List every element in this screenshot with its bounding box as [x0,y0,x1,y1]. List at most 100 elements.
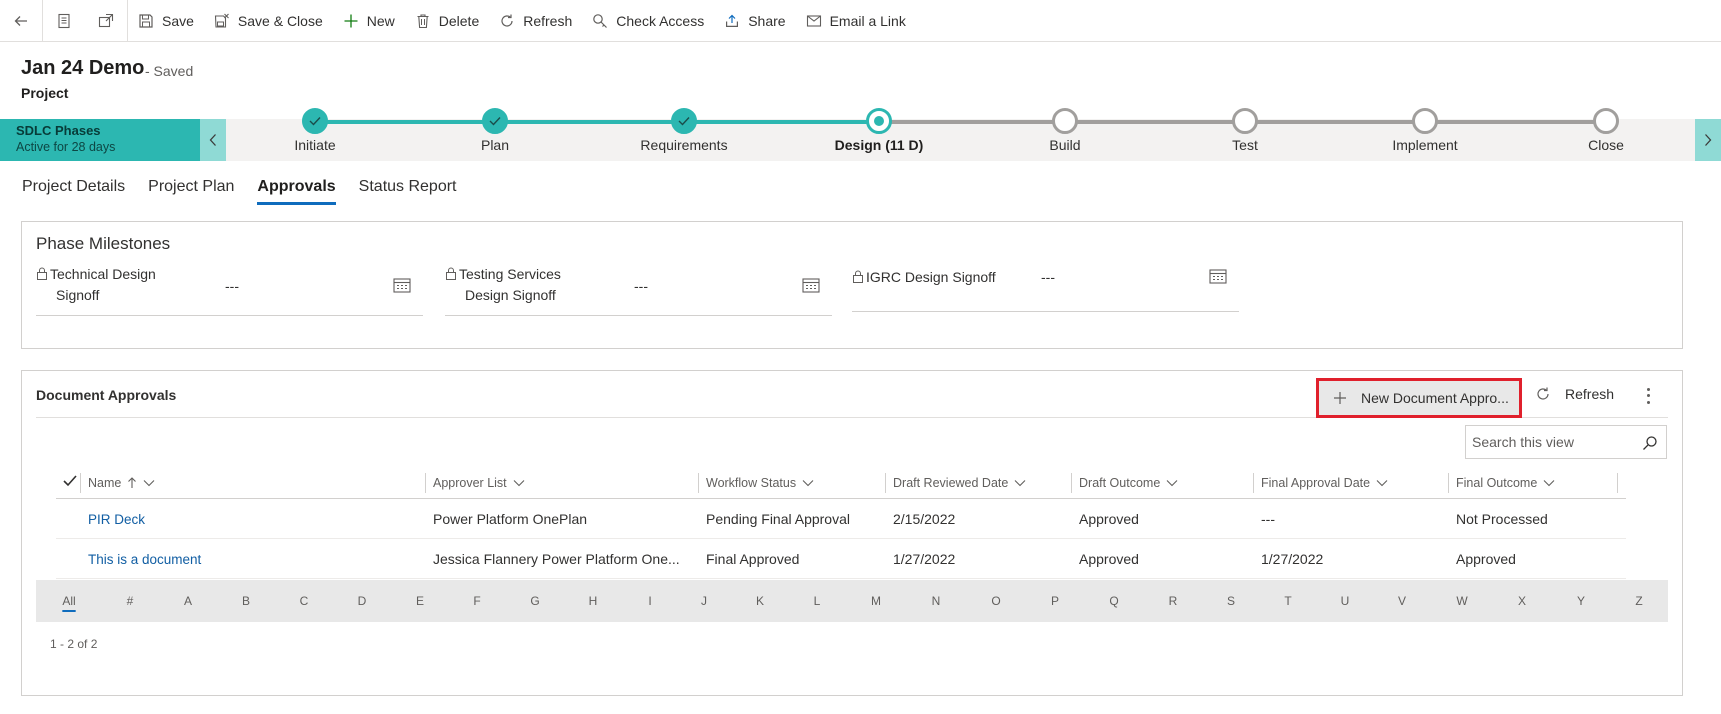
jump-letter[interactable]: C [300,580,309,622]
jump-letter[interactable]: J [701,580,707,622]
field-label-line1: Testing Services [459,266,561,282]
cell-draft-reviewed-date: 2/15/2022 [893,511,956,527]
new-button[interactable]: New [333,0,405,42]
process-next-button[interactable] [1695,119,1721,161]
jump-letter[interactable]: Z [1635,580,1642,622]
calendar-icon[interactable] [802,277,820,293]
jump-letter[interactable]: L [814,580,821,622]
field-value[interactable]: --- [225,278,239,294]
search-view-input[interactable]: Search this view [1465,425,1667,459]
jump-letter[interactable]: M [871,580,881,622]
jump-letter[interactable]: V [1398,580,1406,622]
field-label-line1: IGRC Design Signoff [866,269,996,285]
jump-letter[interactable]: B [242,580,250,622]
jump-letter[interactable]: E [416,580,424,622]
jump-letter[interactable]: T [1284,580,1291,622]
tab-status-report[interactable]: Status Report [359,178,457,205]
refresh-button[interactable]: Refresh [489,0,582,42]
column-header-name[interactable]: Name [80,467,155,499]
chevron-down-icon [1166,480,1178,487]
save-button[interactable]: Save [128,0,204,42]
cell-draft-reviewed-date: 1/27/2022 [893,551,956,567]
cell-draft-outcome: Approved [1079,551,1139,567]
key-search-icon [593,13,608,28]
jump-letter[interactable]: # [127,580,134,622]
tab-project-plan[interactable]: Project Plan [148,178,234,205]
jump-letter[interactable]: W [1456,580,1467,622]
jump-letter[interactable]: F [473,580,480,622]
jump-all[interactable]: All [62,580,75,622]
save-close-button[interactable]: Save & Close [204,0,333,42]
jump-letter[interactable]: P [1051,580,1059,622]
stage-test[interactable]: Test [1185,108,1305,153]
open-new-window-button[interactable] [85,0,127,42]
cell-approver-list: Power Platform OnePlan [433,511,588,527]
cell-name-link[interactable]: PIR Deck [88,499,418,539]
cell-name-link[interactable]: This is a document [88,539,418,579]
jump-letter[interactable]: U [1341,580,1350,622]
stage-pending-indicator [1232,108,1258,134]
calendar-icon[interactable] [1209,268,1227,284]
testing-services-design-signoff-field: Testing Services Design Signoff --- [445,264,832,316]
subgrid-refresh-button[interactable]: Refresh [1535,386,1614,402]
tab-project-details[interactable]: Project Details [22,178,125,205]
plus-icon [1334,392,1346,404]
stage-build[interactable]: Build [1005,108,1125,153]
jump-letter[interactable]: S [1227,580,1235,622]
share-button[interactable]: Share [714,0,795,42]
lock-icon [446,267,456,280]
jump-letter[interactable]: I [648,580,651,622]
calendar-icon[interactable] [393,277,411,293]
stage-implement[interactable]: Implement [1365,108,1485,153]
process-name: SDLC Phases [16,123,101,138]
stage-initiate[interactable]: Initiate [255,108,375,153]
jump-letter[interactable]: O [991,580,1000,622]
stage-design[interactable]: Design (11 D) [819,108,939,153]
trash-icon [417,13,429,28]
alphabet-jump-bar: All # A B C D E F G H I J K L M N O P Q … [36,580,1668,622]
stage-plan[interactable]: Plan [435,108,555,153]
column-header-final-outcome[interactable]: Final Outcome [1448,467,1555,499]
new-document-approval-button[interactable]: New Document Appro... [1316,378,1522,418]
column-header-final-approval-date[interactable]: Final Approval Date [1253,467,1388,499]
jump-letter[interactable]: R [1169,580,1178,622]
search-icon[interactable] [1642,435,1658,451]
tab-approvals[interactable]: Approvals [257,178,336,205]
jump-letter[interactable]: K [756,580,764,622]
jump-letter[interactable]: H [589,580,598,622]
jump-letter[interactable]: Y [1577,580,1585,622]
plus-icon [344,14,358,27]
back-button[interactable] [0,0,42,42]
delete-button[interactable]: Delete [405,0,489,42]
column-header-approver-list[interactable]: Approver List [425,467,525,499]
jump-letter[interactable]: G [530,580,539,622]
table-row[interactable]: This is a document Jessica Flannery Powe… [56,539,1626,579]
new-label: New [366,12,395,29]
pop-out-icon [98,13,114,27]
jump-letter[interactable]: A [184,580,192,622]
email-link-button[interactable]: Email a Link [796,0,916,42]
jump-letter[interactable]: D [358,580,367,622]
column-header-draft-reviewed-date[interactable]: Draft Reviewed Date [885,467,1026,499]
stage-pending-indicator [1412,108,1438,134]
more-commands-button[interactable] [1643,386,1653,406]
form-selector-button[interactable] [43,0,85,42]
process-name-panel[interactable]: SDLC Phases Active for 28 days [0,119,200,161]
stage-close[interactable]: Close [1546,108,1666,153]
stage-active-indicator [866,108,892,134]
column-header-workflow-status[interactable]: Workflow Status [698,467,814,499]
refresh-label: Refresh [523,12,573,29]
stage-requirements[interactable]: Requirements [624,108,744,153]
column-header-draft-outcome[interactable]: Draft Outcome [1071,467,1178,499]
check-access-button[interactable]: Check Access [582,0,714,42]
jump-letter[interactable]: X [1518,580,1526,622]
jump-letter[interactable]: N [932,580,941,622]
field-value[interactable]: --- [634,278,648,294]
field-label: Testing Services Design Signoff [445,264,561,306]
process-prev-button[interactable] [200,119,226,161]
process-progress-completed [315,120,879,124]
column-header-label: Name [88,476,122,490]
jump-letter[interactable]: Q [1109,580,1118,622]
field-value[interactable]: --- [1041,269,1055,285]
table-row[interactable]: PIR Deck Power Platform OnePlan Pending … [56,499,1626,539]
